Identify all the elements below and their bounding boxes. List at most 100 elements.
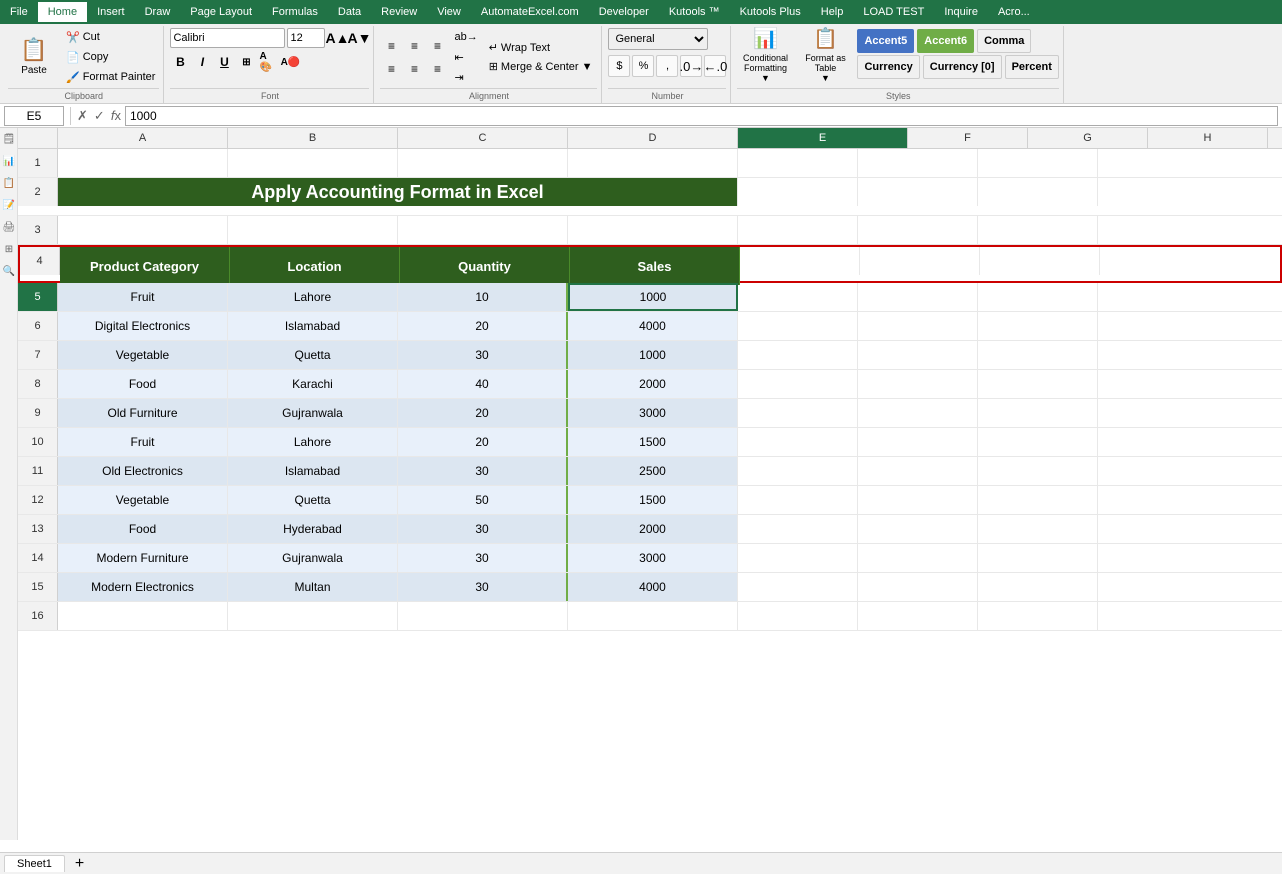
font-color-button[interactable]: A🔴 [280,52,300,72]
cell-f9[interactable] [738,399,858,427]
cell-f1[interactable] [738,149,858,177]
cell-b6[interactable]: Digital Electronics [58,312,228,340]
cell-b11[interactable]: Old Electronics [58,457,228,485]
cell-b14[interactable]: Modern Furniture [58,544,228,572]
menu-load-test[interactable]: LOAD TEST [853,2,934,22]
cell-f10[interactable] [738,428,858,456]
row-num-11[interactable]: 11 [18,457,58,485]
header-location[interactable]: Location [230,247,400,285]
row-num-2[interactable]: 2 [18,178,58,206]
cell-c16[interactable] [228,602,398,630]
cell-b10[interactable]: Fruit [58,428,228,456]
format-as-table-button[interactable]: 📋 Format asTable ▼ [797,28,853,80]
accent6-swatch[interactable]: Accent6 [917,29,974,53]
insert-function-icon[interactable]: fx [111,108,121,124]
row-num-3[interactable]: 3 [18,216,58,244]
cell-g15[interactable] [858,573,978,601]
header-product-category[interactable]: Product Category [60,247,230,285]
cell-e3[interactable] [568,216,738,244]
row-num-5[interactable]: 5 [18,283,58,311]
cell-b13[interactable]: Food [58,515,228,543]
row-num-6[interactable]: 6 [18,312,58,340]
row-num-4[interactable]: 4 [20,247,60,275]
currency-swatch[interactable]: Currency [857,55,919,79]
font-name-input[interactable] [170,28,285,48]
italic-button[interactable]: I [192,52,212,72]
cell-e6[interactable]: 4000 [568,312,738,340]
cell-b1[interactable] [58,149,228,177]
cell-g6[interactable] [858,312,978,340]
cell-b9[interactable]: Old Furniture [58,399,228,427]
cell-f5[interactable] [738,283,858,311]
cell-f6[interactable] [738,312,858,340]
cell-e5[interactable]: 1000 [568,283,738,311]
increase-font-button[interactable]: A▲ [327,28,347,48]
accent5-swatch[interactable]: Accent5 [857,29,914,53]
orientation-button[interactable]: ab→ [450,28,481,46]
border-button[interactable]: ⊞ [236,52,256,72]
sidebar-icon-4[interactable]: 📝 [2,198,16,212]
menu-kutools-plus[interactable]: Kutools Plus [730,2,811,22]
header-quantity[interactable]: Quantity [400,247,570,285]
cell-g12[interactable] [858,486,978,514]
indent-decrease-button[interactable]: ⇤ [450,48,481,66]
cell-f8[interactable] [738,370,858,398]
increase-decimal-button[interactable]: .0→ [680,55,702,77]
cell-h2[interactable] [978,178,1098,206]
cell-g3[interactable] [858,216,978,244]
row-num-12[interactable]: 12 [18,486,58,514]
col-header-h[interactable]: H [1148,128,1268,148]
cell-h3[interactable] [978,216,1098,244]
cell-f3[interactable] [738,216,858,244]
cell-g2[interactable] [858,178,978,206]
menu-insert[interactable]: Insert [87,2,135,22]
percent-button[interactable]: % [632,55,654,77]
menu-inquire[interactable]: Inquire [934,2,988,22]
cell-e7[interactable]: 1000 [568,341,738,369]
currency0-swatch[interactable]: Currency [0] [923,55,1002,79]
cell-e1[interactable] [568,149,738,177]
cell-f13[interactable] [738,515,858,543]
cell-b3[interactable] [58,216,228,244]
menu-acro[interactable]: Acro... [988,2,1040,22]
header-sales[interactable]: Sales [570,247,740,285]
cell-g16[interactable] [858,602,978,630]
fill-color-button[interactable]: A🎨 [258,52,278,72]
cell-e9[interactable]: 3000 [568,399,738,427]
row-num-13[interactable]: 13 [18,515,58,543]
cell-b8[interactable]: Food [58,370,228,398]
cell-g8[interactable] [858,370,978,398]
cell-f16[interactable] [738,602,858,630]
cell-h6[interactable] [978,312,1098,340]
cell-h12[interactable] [978,486,1098,514]
cell-c12[interactable]: Quetta [228,486,398,514]
cell-g13[interactable] [858,515,978,543]
sidebar-icon-7[interactable]: 🔍 [2,264,16,278]
bottom-center-align-button[interactable]: ≡ [403,58,425,80]
number-format-select[interactable]: General Number Currency Accounting Perce… [608,28,708,50]
cell-h7[interactable] [978,341,1098,369]
cell-d8[interactable]: 40 [398,370,568,398]
comma-button[interactable]: , [656,55,678,77]
menu-file[interactable]: File [0,2,38,22]
cell-e8[interactable]: 2000 [568,370,738,398]
font-size-input[interactable] [287,28,325,48]
cell-d13[interactable]: 30 [398,515,568,543]
cell-h14[interactable] [978,544,1098,572]
sidebar-icon-2[interactable]: 📊 [2,154,16,168]
row-num-7[interactable]: 7 [18,341,58,369]
cell-h1[interactable] [978,149,1098,177]
cell-c9[interactable]: Gujranwala [228,399,398,427]
col-header-e[interactable]: E [738,128,908,148]
cell-c11[interactable]: Islamabad [228,457,398,485]
menu-view[interactable]: View [427,2,471,22]
cell-e14[interactable]: 3000 [568,544,738,572]
sheet-tab-1[interactable]: Sheet1 [4,855,65,872]
confirm-formula-icon[interactable]: ✓ [94,108,105,124]
menu-home[interactable]: Home [38,2,87,22]
cell-d9[interactable]: 20 [398,399,568,427]
cell-f14[interactable] [738,544,858,572]
cell-c1[interactable] [228,149,398,177]
cell-h15[interactable] [978,573,1098,601]
cell-d11[interactable]: 30 [398,457,568,485]
